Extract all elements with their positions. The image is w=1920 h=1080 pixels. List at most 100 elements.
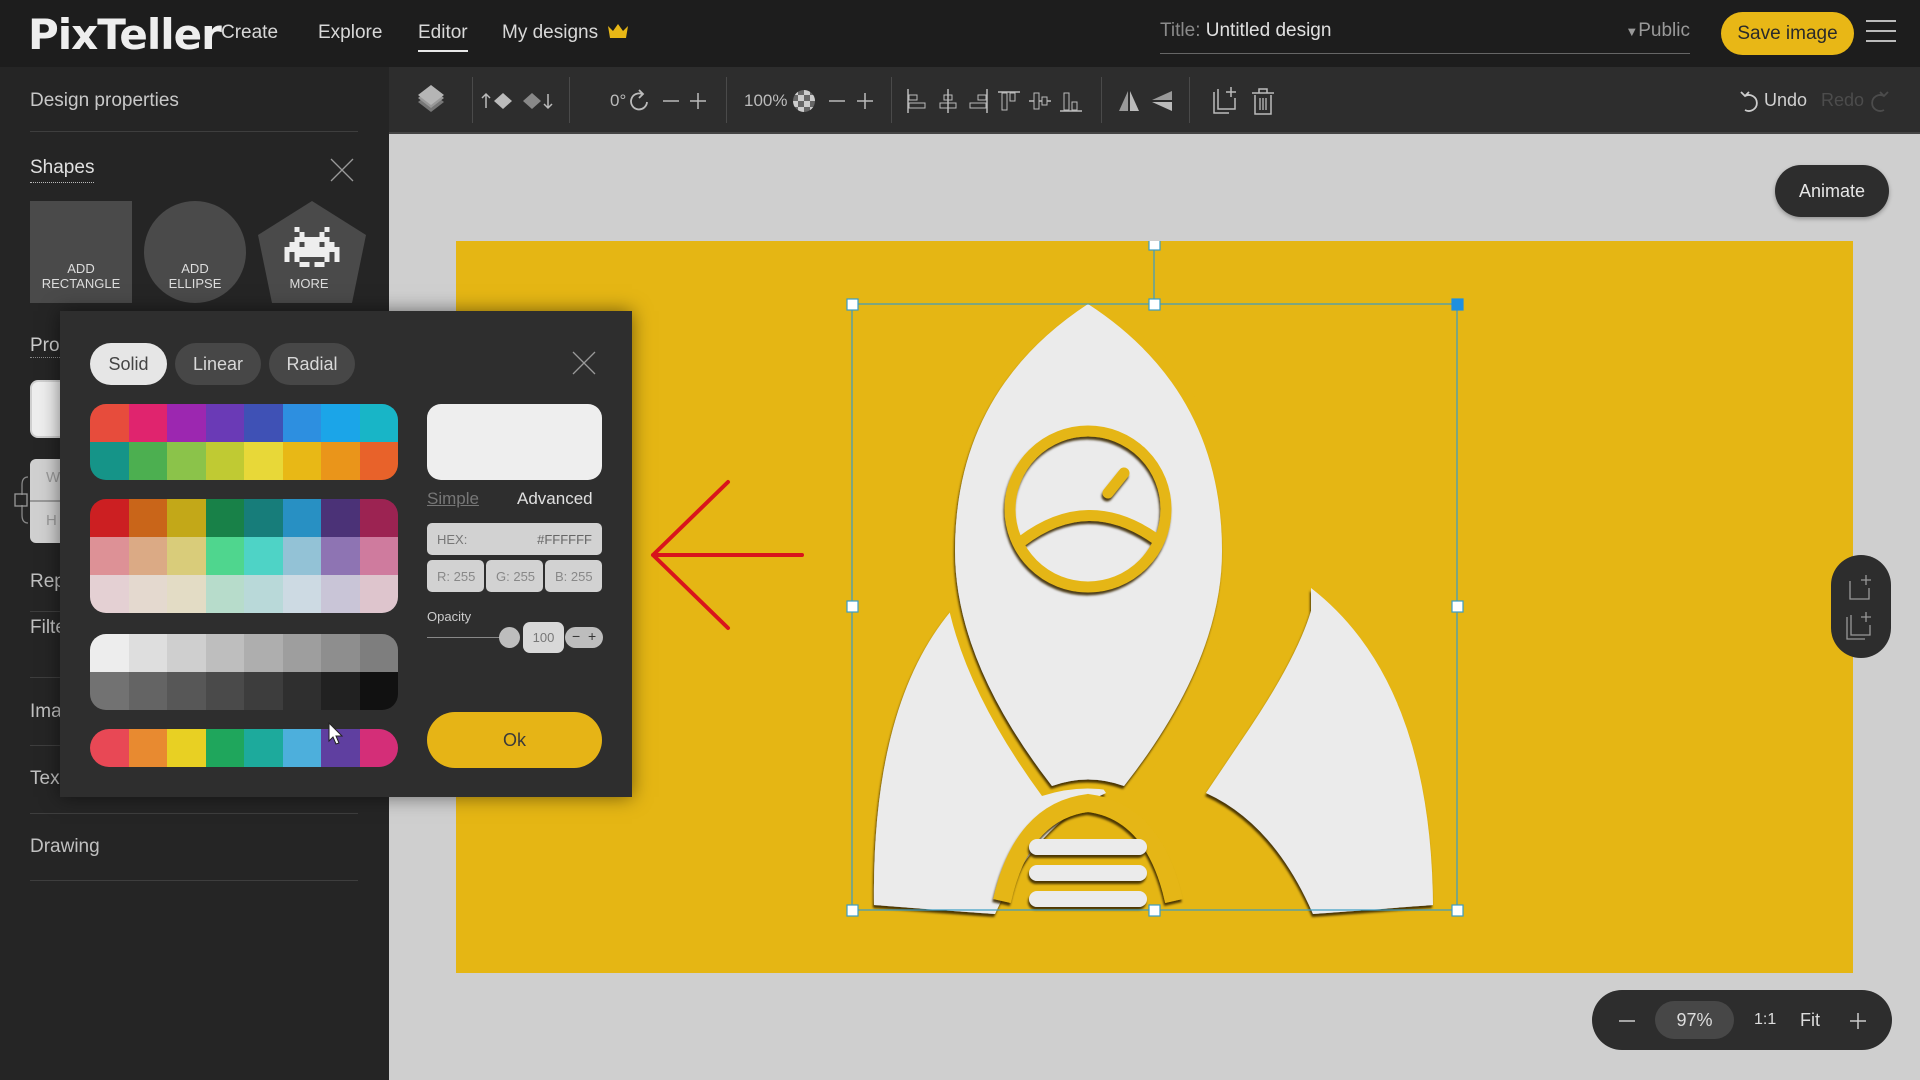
- align-top-button[interactable]: [997, 67, 1021, 134]
- color-swatch[interactable]: [244, 499, 283, 537]
- align-center-button[interactable]: [937, 67, 959, 134]
- sidebar-item-images[interactable]: Ima: [30, 701, 62, 723]
- color-swatch[interactable]: [359, 537, 398, 575]
- pixteller-logo[interactable]: PixTeller: [28, 10, 222, 59]
- color-swatch[interactable]: [128, 634, 167, 672]
- send-backward-button[interactable]: [520, 67, 554, 134]
- color-swatch[interactable]: [359, 672, 398, 710]
- align-right-button[interactable]: [967, 67, 989, 134]
- nav-my-designs[interactable]: My designs: [502, 22, 629, 44]
- align-bottom-button[interactable]: [1059, 67, 1083, 134]
- color-swatch[interactable]: [128, 442, 167, 480]
- color-swatch[interactable]: [282, 404, 321, 442]
- design-properties-heading[interactable]: Design properties: [30, 90, 179, 112]
- hex-input[interactable]: HEX: #FFFFFF: [427, 523, 602, 555]
- flip-vertical-button[interactable]: [1149, 67, 1175, 134]
- color-swatch[interactable]: [90, 499, 129, 537]
- duplicate-page-icon[interactable]: [1845, 611, 1875, 641]
- color-swatch[interactable]: [359, 499, 398, 537]
- color-swatch[interactable]: [321, 442, 360, 480]
- color-swatch[interactable]: [205, 634, 244, 672]
- bring-forward-button[interactable]: [481, 67, 515, 134]
- color-swatch[interactable]: [244, 442, 283, 480]
- color-swatch[interactable]: [90, 575, 129, 613]
- visibility-dropdown[interactable]: ▼Public: [1625, 20, 1690, 42]
- tab-radial[interactable]: Radial: [269, 343, 355, 385]
- color-swatch[interactable]: [321, 672, 360, 710]
- color-swatch[interactable]: [128, 729, 167, 767]
- red-input[interactable]: R: 255: [427, 560, 484, 592]
- ok-button[interactable]: Ok: [427, 712, 602, 768]
- color-swatch[interactable]: [90, 442, 129, 480]
- color-swatch[interactable]: [244, 404, 283, 442]
- opacity-increase-button[interactable]: +: [588, 628, 596, 644]
- opacity-input[interactable]: 100: [523, 622, 564, 653]
- sidebar-item-text[interactable]: Tex: [30, 768, 60, 790]
- color-swatch[interactable]: [205, 575, 244, 613]
- opacity-decrease-button[interactable]: −: [572, 628, 580, 644]
- color-swatch[interactable]: [244, 575, 283, 613]
- rotation-value[interactable]: 0°: [610, 67, 626, 134]
- rotate-button[interactable]: [628, 67, 652, 134]
- color-swatch[interactable]: [167, 537, 206, 575]
- zoom-level[interactable]: 97%: [1655, 1001, 1734, 1039]
- color-swatch[interactable]: [90, 634, 129, 672]
- color-swatch[interactable]: [205, 729, 244, 767]
- color-swatch[interactable]: [90, 672, 129, 710]
- color-swatch[interactable]: [205, 499, 244, 537]
- add-page-icon[interactable]: [1847, 573, 1875, 601]
- close-icon[interactable]: [330, 158, 354, 182]
- rotate-decrease-button[interactable]: [662, 67, 680, 134]
- color-swatch[interactable]: [282, 575, 321, 613]
- nav-editor[interactable]: Editor: [418, 22, 468, 52]
- color-swatch[interactable]: [282, 634, 321, 672]
- title-field[interactable]: Title: Untitled design ▼Public: [1160, 20, 1690, 54]
- color-swatch[interactable]: [359, 729, 398, 767]
- color-swatch[interactable]: [282, 537, 321, 575]
- hamburger-icon[interactable]: [1866, 20, 1896, 46]
- color-swatch[interactable]: [90, 404, 129, 442]
- zoom-out-button[interactable]: [1618, 990, 1636, 1050]
- color-swatch[interactable]: [205, 537, 244, 575]
- color-swatch[interactable]: [321, 634, 360, 672]
- color-swatch[interactable]: [128, 404, 167, 442]
- color-swatch[interactable]: [359, 575, 398, 613]
- color-swatch[interactable]: [205, 672, 244, 710]
- color-swatch[interactable]: [205, 442, 244, 480]
- color-swatch[interactable]: [244, 634, 283, 672]
- color-swatch[interactable]: [167, 442, 206, 480]
- animate-button[interactable]: Animate: [1775, 165, 1889, 217]
- color-swatch[interactable]: [167, 729, 206, 767]
- blue-input[interactable]: B: 255: [545, 560, 602, 592]
- rotate-increase-button[interactable]: [689, 67, 707, 134]
- tab-solid[interactable]: Solid: [90, 343, 167, 385]
- undo-button[interactable]: Undo: [1739, 67, 1807, 134]
- color-swatch[interactable]: [167, 575, 206, 613]
- duplicate-button[interactable]: [1210, 67, 1240, 134]
- color-swatch[interactable]: [244, 729, 283, 767]
- tab-linear[interactable]: Linear: [175, 343, 261, 385]
- delete-button[interactable]: [1249, 67, 1277, 134]
- align-left-button[interactable]: [906, 67, 928, 134]
- color-swatch[interactable]: [244, 537, 283, 575]
- green-input[interactable]: G: 255: [486, 560, 543, 592]
- color-swatch[interactable]: [359, 634, 398, 672]
- color-swatch[interactable]: [282, 499, 321, 537]
- opacity-decrease-button[interactable]: [828, 67, 846, 134]
- color-swatch[interactable]: [90, 729, 129, 767]
- title-value[interactable]: Untitled design: [1206, 20, 1332, 41]
- flip-horizontal-button[interactable]: [1116, 67, 1142, 134]
- close-icon[interactable]: [572, 351, 596, 375]
- color-swatch[interactable]: [282, 729, 321, 767]
- add-rectangle-button[interactable]: ADD RECTANGLE: [30, 201, 132, 303]
- nav-explore[interactable]: Explore: [318, 22, 382, 44]
- color-swatch[interactable]: [244, 672, 283, 710]
- opacity-slider-track[interactable]: [427, 637, 509, 638]
- color-swatch[interactable]: [321, 499, 360, 537]
- fit-button[interactable]: Fit: [1800, 990, 1820, 1050]
- mode-simple-tab[interactable]: Simple: [427, 489, 479, 509]
- color-swatch[interactable]: [321, 537, 360, 575]
- height-field[interactable]: H: [46, 512, 57, 529]
- zoom-in-button[interactable]: [1849, 990, 1867, 1050]
- more-shapes-button[interactable]: MORE: [258, 201, 366, 303]
